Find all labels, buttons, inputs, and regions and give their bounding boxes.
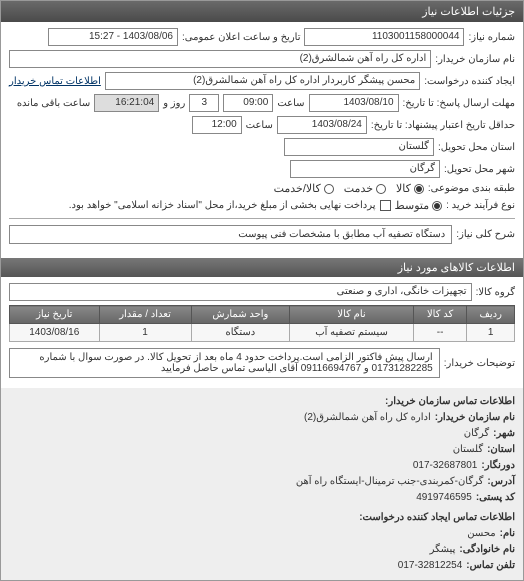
details-panel: جزئیات اطلاعات نیاز شماره نیاز: 11030011…: [0, 0, 524, 581]
validity-date-field[interactable]: 1403/08/24: [277, 116, 367, 134]
radio-both[interactable]: کالا/خدمت: [274, 182, 334, 195]
requester-field[interactable]: محسن پیشگر کاربردار اداره کل راه آهن شما…: [105, 72, 420, 90]
remaining-time-field: 16:21:04: [94, 94, 159, 112]
address-label: آدرس:: [487, 474, 515, 490]
group-field[interactable]: تجهیزات خانگی، اداری و صنعتی: [9, 283, 472, 301]
contact-family-value: پیشگر: [430, 542, 456, 558]
contact-city-value: گرگان: [464, 426, 489, 442]
col-qty: تعداد / مقدار: [99, 306, 191, 324]
panel-title: جزئیات اطلاعات نیاز: [422, 6, 515, 18]
radio-medium[interactable]: متوسط: [395, 199, 443, 212]
buyer-name-field[interactable]: اداره کل راه آهن شمالشرق(2): [9, 50, 431, 68]
items-table: ردیف کد کالا نام کالا واحد شمارش تعداد /…: [9, 305, 515, 342]
radio-dot-icon: [414, 184, 424, 194]
contact-phone-value: 017-32812254: [398, 558, 463, 574]
city-field[interactable]: گرگان: [290, 160, 440, 178]
contact-province-label: استان:: [487, 442, 515, 458]
org-label: نام سازمان خریدار:: [435, 410, 515, 426]
req-contact-title: اطلاعات تماس ایجاد کننده درخواست:: [359, 510, 515, 526]
deadline-date-field[interactable]: 1403/08/10: [309, 94, 399, 112]
radio-service[interactable]: خدمت: [344, 182, 386, 195]
fax-value: 017-32687801: [413, 458, 478, 474]
cell-qty: 1: [99, 324, 191, 342]
contact-city-label: شهر:: [493, 426, 515, 442]
postal-label: کد پستی:: [476, 490, 515, 506]
remaining-suffix-label: ساعت باقی مانده: [17, 98, 90, 109]
buyer-contact-link[interactable]: اطلاعات تماس خریدار: [9, 76, 101, 87]
divider: [9, 218, 515, 219]
cell-name: سیستم تصفیه آب: [290, 324, 414, 342]
radio-medium-label: متوسط: [395, 199, 430, 212]
table-header-row: ردیف کد کالا نام کالا واحد شمارش تعداد /…: [10, 306, 515, 324]
province-label: استان محل تحویل:: [438, 142, 515, 153]
radio-both-label: کالا/خدمت: [274, 182, 321, 195]
province-field[interactable]: گلستان: [284, 138, 434, 156]
col-unit: واحد شمارش: [191, 306, 290, 324]
request-no-label: شماره نیاز:: [468, 32, 515, 43]
contact-province-value: گلستان: [453, 442, 483, 458]
fax-label: دورنگار:: [481, 458, 515, 474]
col-row: ردیف: [467, 306, 515, 324]
buyer-name-label: نام سازمان خریدار:: [435, 54, 515, 65]
remaining-days-field: 3: [189, 94, 219, 112]
treasury-label: پرداخت نهایی بخشی از مبلغ خرید،از محل "ا…: [69, 200, 376, 211]
deadline-date-label: مهلت ارسال پاسخ: تا تاریخ:: [403, 98, 515, 109]
radio-dot-icon: [432, 201, 442, 211]
col-date: تاریخ نیاز: [10, 306, 100, 324]
col-code: کد کالا: [413, 306, 467, 324]
panel-header: جزئیات اطلاعات نیاز: [1, 1, 523, 22]
cell-code: --: [413, 324, 467, 342]
col-name: نام کالا: [290, 306, 414, 324]
validity-time-field[interactable]: 12:00: [192, 116, 242, 134]
contact-name-label: نام:: [500, 526, 515, 542]
contact-name-value: محسن: [467, 526, 495, 542]
need-title-label: شرح کلی نیاز:: [456, 229, 515, 240]
radio-dot-icon: [376, 184, 386, 194]
validity-time-label: ساعت: [246, 120, 273, 131]
remaining-days-label: روز و: [163, 98, 185, 109]
group-label: گروه کالا:: [476, 287, 515, 298]
public-date-label: تاریخ و ساعت اعلان عمومی:: [182, 32, 301, 43]
address-value: گرگان-کمربندی-جنب ترمینال-ایستگاه راه آه…: [296, 474, 484, 490]
cell-date: 1403/08/16: [10, 324, 100, 342]
radio-goods-label: کالا: [396, 182, 411, 195]
need-title-field[interactable]: دستگاه تصفیه آب مطابق با مشخصات فنی پیوس…: [9, 225, 452, 244]
public-date-field[interactable]: 1403/08/06 - 15:27: [48, 28, 178, 46]
cell-unit: دستگاه: [191, 324, 290, 342]
cell-row: 1: [467, 324, 515, 342]
items-header: اطلاعات کالاهای مورد نیاز: [1, 258, 523, 277]
validity-label: حداقل تاریخ اعتبار پیشنهاد: تا تاریخ:: [371, 120, 515, 131]
purchase-type-label: نوع فرآیند خرید :: [446, 200, 515, 211]
category-radio-group: کالا خدمت کالا/خدمت: [274, 182, 424, 195]
contact-block: اطلاعات تماس سازمان خریدار: نام سازمان خ…: [1, 388, 523, 580]
treasury-checkbox[interactable]: [380, 200, 391, 211]
org-value: اداره کل راه آهن شمالشرق(2): [304, 410, 431, 426]
table-row[interactable]: 1 -- سیستم تصفیه آب دستگاه 1 1403/08/16: [10, 324, 515, 342]
city-label: شهر محل تحویل:: [444, 164, 515, 175]
requester-label: ایجاد کننده درخواست:: [424, 76, 515, 87]
radio-service-label: خدمت: [344, 182, 373, 195]
request-no-field[interactable]: 1103001158000044: [304, 28, 464, 46]
radio-dot-icon: [324, 184, 334, 194]
contact-family-label: نام خانوادگی:: [459, 542, 515, 558]
deadline-time-label: ساعت: [277, 98, 304, 109]
category-label: طبقه بندی موضوعی:: [428, 183, 515, 194]
contact-title: اطلاعات تماس سازمان خریدار:: [385, 394, 515, 410]
deadline-time-field[interactable]: 09:00: [223, 94, 273, 112]
radio-goods[interactable]: کالا: [396, 182, 424, 195]
postal-value: 4919746595: [416, 490, 472, 506]
extra-label: توضیحات خریدار:: [444, 358, 515, 369]
contact-phone-label: تلفن تماس:: [466, 558, 515, 574]
form-section: شماره نیاز: 1103001158000044 تاریخ و ساع…: [1, 22, 523, 254]
extra-text: ارسال پیش فاکتور الزامی است.پرداخت حدود …: [9, 348, 440, 378]
